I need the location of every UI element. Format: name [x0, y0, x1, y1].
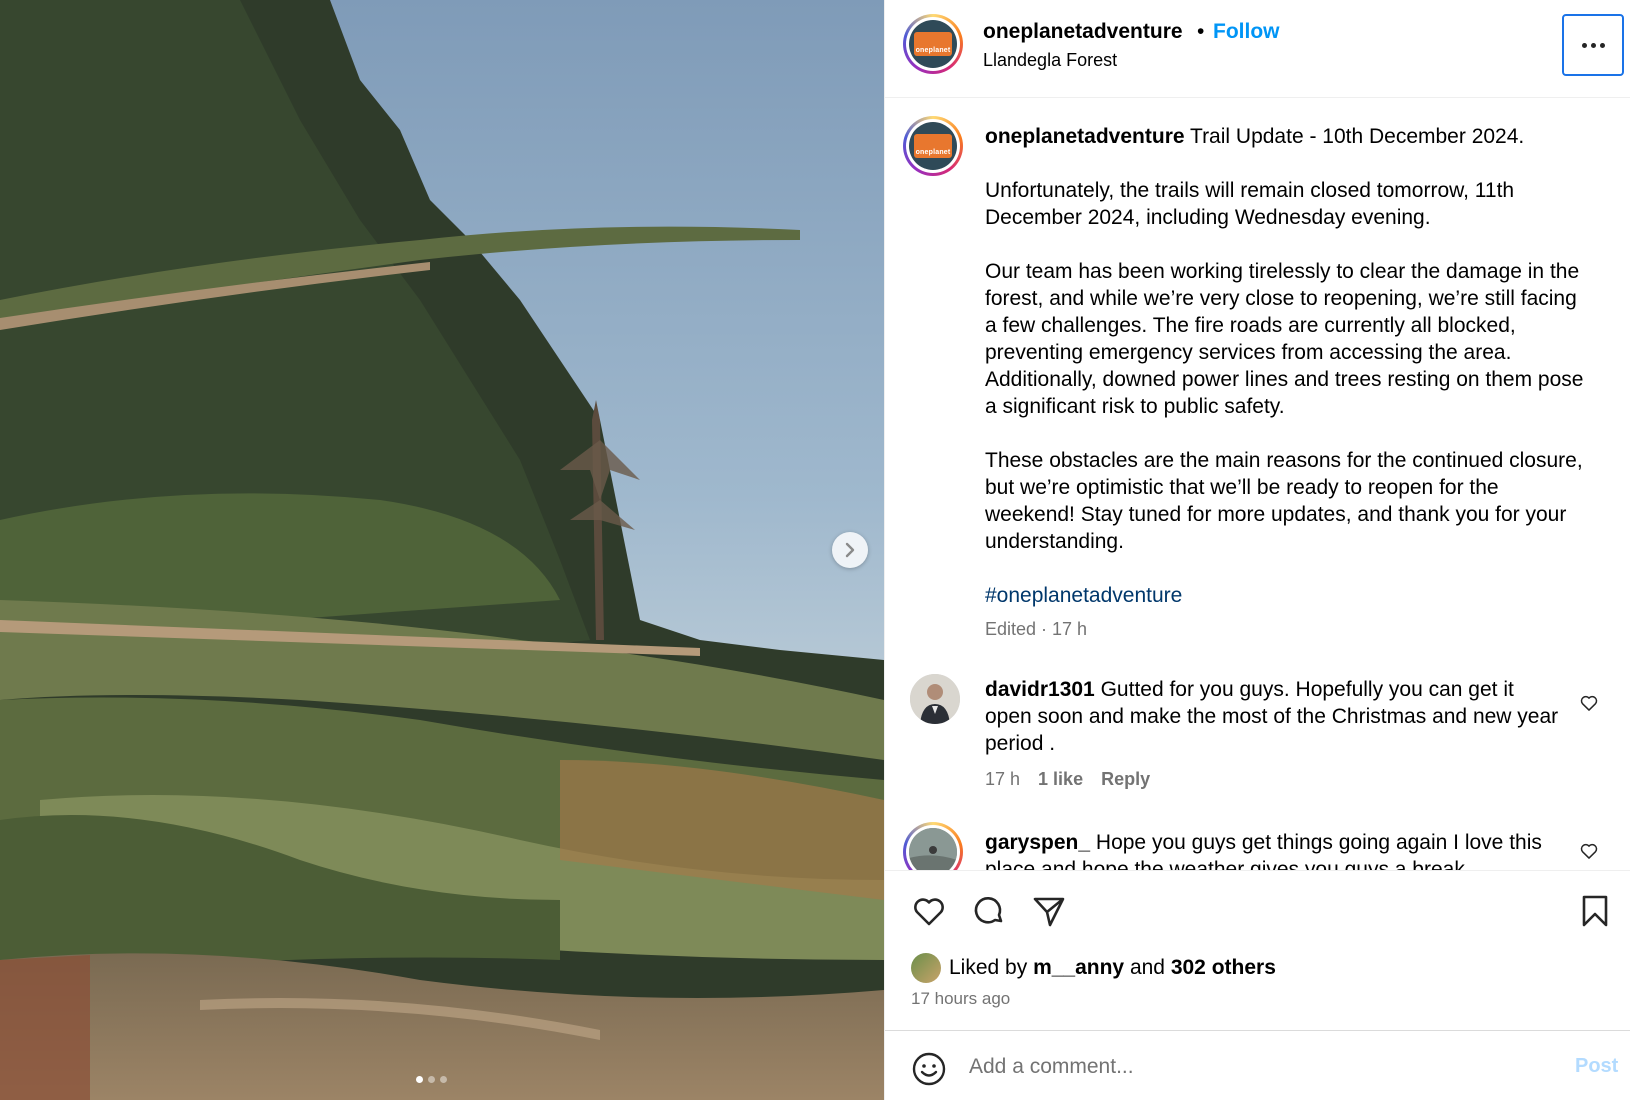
comments-list[interactable]: oneplanet oneplanetadventure Trail Updat… [885, 99, 1630, 870]
more-options-button[interactable] [1562, 14, 1624, 76]
post-location[interactable]: Llandegla Forest [983, 50, 1117, 71]
comment-username[interactable]: davidr1301 [985, 678, 1095, 701]
paper-plane-icon[interactable] [1031, 893, 1067, 929]
post-actions: Liked by m__anny and 302 others 17 hours… [885, 870, 1630, 1030]
heart-icon[interactable] [911, 893, 947, 929]
caption-paragraph: These obstacles are the main reasons for… [985, 449, 1583, 553]
comment-time: 17 h [985, 769, 1021, 789]
comment-meta: 17 h 1 like Reply [985, 769, 1150, 790]
liker-avatar [911, 953, 941, 983]
oneplanet-logo: oneplanet [914, 32, 952, 56]
carousel-dot-3 [440, 1076, 447, 1083]
carousel-indicator [416, 1076, 447, 1083]
header-separator: • [1197, 20, 1205, 43]
comment-input[interactable] [969, 1047, 1529, 1087]
bookmark-icon[interactable] [1577, 893, 1613, 929]
post-caption: oneplanetadventure Trail Update - 10th D… [985, 123, 1585, 609]
more-horizontal-icon [1581, 42, 1605, 48]
post-photo [0, 0, 884, 1100]
carousel-dot-2 [428, 1076, 435, 1083]
liker-username[interactable]: m__anny [1033, 956, 1124, 980]
caption-paragraph: Unfortunately, the trails will remain cl… [985, 179, 1515, 229]
caption-first-line: Trail Update - 10th December 2024. [1190, 125, 1525, 148]
follow-button[interactable]: Follow [1213, 20, 1280, 44]
carousel-dot-1 [416, 1076, 423, 1083]
author-avatar[interactable]: oneplanet [903, 14, 963, 74]
emoji-icon[interactable] [911, 1051, 947, 1087]
chevron-right-icon [845, 542, 855, 558]
author-username[interactable]: oneplanetadventure [983, 20, 1183, 44]
caption-username[interactable]: oneplanetadventure [985, 125, 1185, 148]
commenter-avatar[interactable] [910, 674, 960, 724]
caption-paragraph: Our team has been working tirelessly to … [985, 260, 1584, 418]
post-header: oneplanet oneplanetadventure • Follow Ll… [885, 0, 1630, 98]
comment-item: davidr1301 Gutted for you guys. Hopefull… [985, 676, 1565, 757]
comment-bubble-icon[interactable] [971, 893, 1007, 929]
likes-count[interactable]: 302 others [1171, 956, 1276, 980]
post-side-panel: oneplanet oneplanetadventure • Follow Ll… [884, 0, 1630, 1100]
oneplanet-logo: oneplanet [914, 134, 952, 158]
comment-item: garyspen_ Hope you guys get things going… [985, 829, 1565, 870]
add-comment-bar: Post [885, 1030, 1630, 1100]
comment-like-heart-icon[interactable] [1579, 841, 1599, 861]
comment-likes[interactable]: 1 like [1038, 769, 1083, 790]
commenter-avatar[interactable] [903, 822, 963, 870]
likes-summary: Liked by m__anny and 302 others [911, 953, 1276, 983]
caption-author-avatar[interactable]: oneplanet [903, 116, 963, 176]
post-media[interactable] [0, 0, 884, 1100]
next-image-button[interactable] [832, 532, 868, 568]
reply-button[interactable]: Reply [1101, 769, 1150, 790]
caption-timestamp: Edited · 17 h [985, 619, 1088, 639]
comment-username[interactable]: garyspen_ [985, 831, 1090, 854]
comment-like-heart-icon[interactable] [1579, 693, 1599, 713]
hashtag-link[interactable]: #oneplanetadventure [985, 584, 1182, 607]
post-comment-button[interactable]: Post [1575, 1055, 1618, 1078]
post-timestamp[interactable]: 17 hours ago [911, 989, 1010, 1009]
instagram-post: oneplanet oneplanetadventure • Follow Ll… [0, 0, 1630, 1100]
